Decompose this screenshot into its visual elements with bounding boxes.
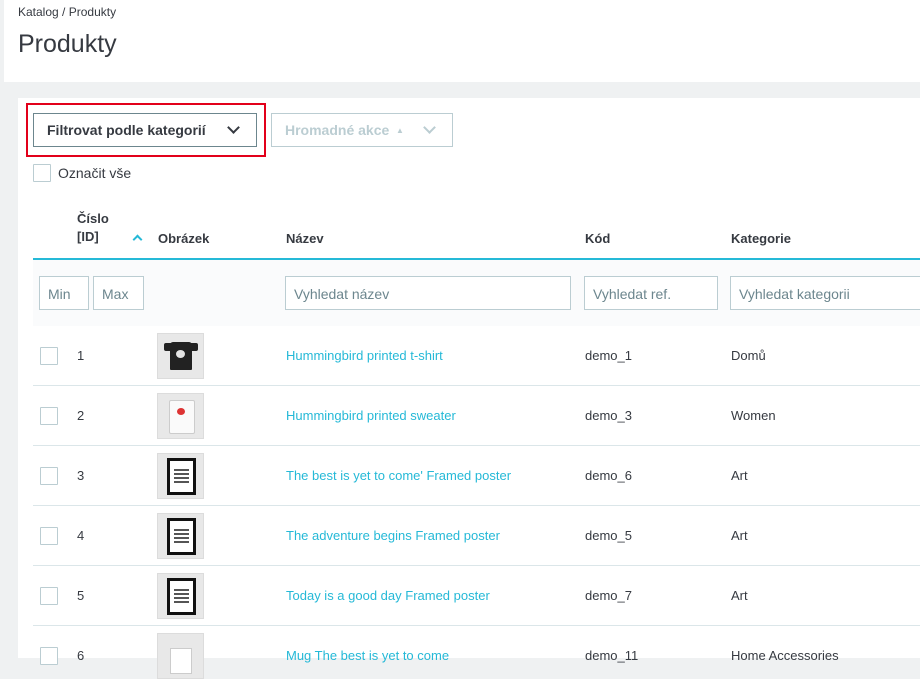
product-category: Women <box>731 408 776 423</box>
product-id: 4 <box>77 528 85 543</box>
product-thumbnail[interactable] <box>157 513 204 559</box>
chevron-down-icon <box>423 121 436 134</box>
row-checkbox[interactable] <box>40 587 58 605</box>
framed-poster-image <box>167 518 196 555</box>
page-title: Produkty <box>18 30 117 58</box>
caret-up-icon: ▲ <box>396 126 404 135</box>
breadcrumb-separator: / <box>62 5 66 19</box>
column-header-id-line2: [ID] <box>77 229 99 244</box>
search-category-input[interactable]: Vyhledat kategorii <box>730 276 920 310</box>
product-thumbnail[interactable] <box>157 393 204 439</box>
product-id: 1 <box>77 348 85 363</box>
sweater-image <box>169 400 195 434</box>
select-all-label: Označit vše <box>58 165 132 181</box>
column-header-category[interactable]: Kategorie <box>731 231 791 246</box>
id-min-input[interactable]: Min <box>39 276 89 310</box>
mug-image <box>170 648 192 674</box>
breadcrumb: Katalog / Produkty <box>18 5 116 19</box>
select-all-checkbox[interactable] <box>33 164 51 182</box>
table-body: 1 Hummingbird printed t-shirt demo_1 Dom… <box>33 326 920 679</box>
product-category: Art <box>731 528 748 543</box>
row-checkbox[interactable] <box>40 467 58 485</box>
chevron-down-icon <box>227 121 240 134</box>
product-name-link[interactable]: Hummingbird printed t-shirt <box>286 348 443 363</box>
column-header-id[interactable]: Číslo [ID] <box>77 210 109 246</box>
framed-poster-image <box>167 578 196 615</box>
column-header-image: Obrázek <box>158 231 210 246</box>
product-thumbnail[interactable] <box>157 453 204 499</box>
row-checkbox[interactable] <box>40 407 58 425</box>
search-name-input[interactable]: Vyhledat název <box>285 276 571 310</box>
row-checkbox[interactable] <box>40 527 58 545</box>
search-reference-input[interactable]: Vyhledat ref. <box>584 276 718 310</box>
row-checkbox[interactable] <box>40 647 58 665</box>
table-row: 6 Mug The best is yet to come demo_11 Ho… <box>33 626 920 679</box>
product-category: Art <box>731 588 748 603</box>
id-max-input[interactable]: Max <box>93 276 144 310</box>
column-header-name[interactable]: Název <box>286 231 324 246</box>
column-header-id-line1: Číslo <box>77 211 109 226</box>
bulk-actions-label: Hromadné akce <box>285 122 390 138</box>
table-row: 1 Hummingbird printed t-shirt demo_1 Dom… <box>33 326 920 386</box>
product-code: demo_6 <box>585 468 632 483</box>
product-id: 3 <box>77 468 85 483</box>
row-checkbox[interactable] <box>40 347 58 365</box>
tshirt-image <box>164 342 198 370</box>
product-name-link[interactable]: Mug The best is yet to come <box>286 648 449 663</box>
product-thumbnail[interactable] <box>157 333 204 379</box>
table-row: 4 The adventure begins Framed poster dem… <box>33 506 920 566</box>
bulk-actions-button[interactable]: Hromadné akce ▲ <box>271 113 453 147</box>
filter-by-category-button[interactable]: Filtrovat podle kategorií <box>33 113 257 147</box>
table-row: 5 Today is a good day Framed poster demo… <box>33 566 920 626</box>
product-code: demo_3 <box>585 408 632 423</box>
product-category: Home Accessories <box>731 648 839 663</box>
product-name-link[interactable]: Today is a good day Framed poster <box>286 588 490 603</box>
product-code: demo_1 <box>585 348 632 363</box>
product-name-link[interactable]: The best is yet to come' Framed poster <box>286 468 511 483</box>
page-header: Katalog / Produkty Produkty <box>4 0 920 82</box>
product-thumbnail[interactable] <box>157 633 204 679</box>
product-name-link[interactable]: The adventure begins Framed poster <box>286 528 500 543</box>
sort-ascending-icon[interactable] <box>132 234 143 245</box>
product-id: 2 <box>77 408 85 423</box>
breadcrumb-item-produkty: Produkty <box>68 5 117 19</box>
product-thumbnail[interactable] <box>157 573 204 619</box>
column-header-code[interactable]: Kód <box>585 231 610 246</box>
product-id: 6 <box>77 648 85 663</box>
product-category: Art <box>731 468 748 483</box>
filter-by-category-label: Filtrovat podle kategorií <box>47 122 206 138</box>
product-category: Domů <box>731 348 766 363</box>
breadcrumb-item-katalog[interactable]: Katalog <box>18 5 59 19</box>
framed-poster-image <box>167 458 196 495</box>
table-row: 3 The best is yet to come' Framed poster… <box>33 446 920 506</box>
products-card: Filtrovat podle kategorií Hromadné akce … <box>18 98 920 679</box>
filter-row: Min Max Vyhledat název Vyhledat ref. Vyh… <box>33 260 920 326</box>
product-name-link[interactable]: Hummingbird printed sweater <box>286 408 456 423</box>
product-code: demo_5 <box>585 528 632 543</box>
table-row: 2 Hummingbird printed sweater demo_3 Wom… <box>33 386 920 446</box>
product-code: demo_7 <box>585 588 632 603</box>
product-id: 5 <box>77 588 85 603</box>
product-code: demo_11 <box>585 648 639 663</box>
